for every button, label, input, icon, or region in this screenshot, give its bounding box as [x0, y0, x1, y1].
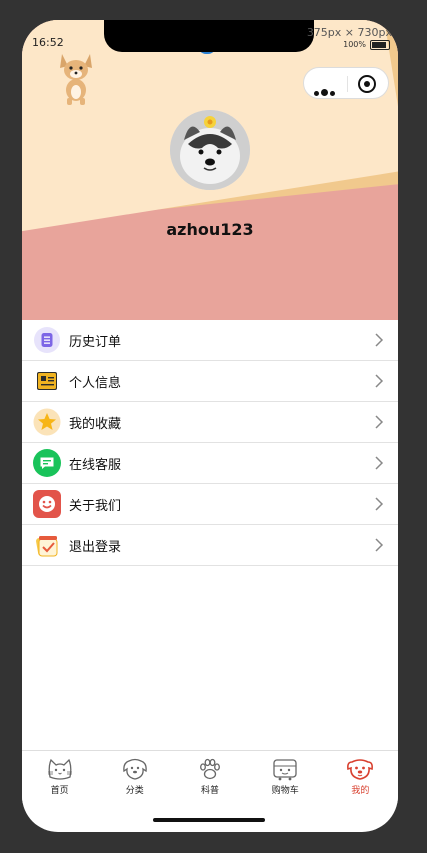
status-time: 16:52: [32, 36, 64, 49]
profile-banner: azhou123: [22, 20, 398, 320]
dog-face-icon: [347, 759, 374, 780]
chevron-right-icon: [375, 415, 384, 429]
viewport-size-label: 375px × 730px: [306, 26, 392, 39]
username: azhou123: [166, 220, 254, 239]
personal-info-icon: [37, 372, 57, 390]
cart-icon: [273, 759, 297, 781]
tab-home[interactable]: 首页: [22, 751, 97, 803]
order-history-icon: [34, 327, 60, 353]
phone-frame: azhou123 16:52 375px × 730px 100% 历史订单 个…: [22, 20, 398, 832]
smile-icon: [33, 490, 61, 518]
tab-cart[interactable]: 购物车: [248, 751, 323, 803]
chevron-right-icon: [375, 374, 384, 388]
tab-label: 分类: [125, 786, 144, 796]
tab-label: 首页: [50, 786, 69, 796]
menu-item-favorites[interactable]: 我的收藏: [22, 402, 398, 443]
miniprogram-capsule: [303, 67, 389, 99]
tab-science[interactable]: 科普: [172, 751, 247, 803]
battery-icon: [370, 40, 390, 50]
paw-icon: [200, 758, 220, 780]
menu-item-order-history[interactable]: 历史订单: [22, 320, 398, 361]
tab-label: 科普: [201, 786, 220, 796]
logout-icon: [36, 536, 58, 557]
bottom-tab-bar: 首页 分类 科普 购物车 我的: [22, 750, 398, 803]
device-notch: [104, 20, 314, 52]
menu-item-label: 个人信息: [69, 376, 122, 391]
close-miniprogram-icon[interactable]: [358, 75, 376, 93]
menu-item-logout[interactable]: 退出登录: [22, 525, 398, 566]
more-menu-icon[interactable]: [314, 81, 337, 100]
menu-item-customer-service[interactable]: 在线客服: [22, 443, 398, 484]
star-icon: [33, 408, 61, 436]
chat-icon: [33, 449, 61, 477]
menu-item-personal-info[interactable]: 个人信息: [22, 361, 398, 402]
home-indicator: [153, 818, 265, 822]
tab-label: 购物车: [271, 786, 299, 796]
dog-sticker-icon: [60, 54, 92, 105]
profile-menu: 历史订单 个人信息 我的收藏 在线客服 关于我们 退出登录: [22, 320, 398, 566]
menu-item-label: 关于我们: [69, 499, 122, 514]
dog-icon: [123, 758, 147, 780]
menu-item-about-us[interactable]: 关于我们: [22, 484, 398, 525]
menu-item-label: 历史订单: [69, 335, 122, 350]
tab-label: 我的: [351, 786, 370, 796]
menu-item-label: 在线客服: [69, 458, 122, 473]
cat-icon: [47, 758, 72, 780]
chevron-right-icon: [375, 333, 384, 347]
battery-percent: 100%: [343, 40, 366, 49]
avatar[interactable]: [170, 110, 250, 190]
tab-mine[interactable]: 我的: [323, 751, 398, 803]
chevron-right-icon: [375, 456, 384, 470]
husky-avatar-icon: [170, 110, 250, 190]
menu-item-label: 我的收藏: [69, 417, 122, 432]
menu-item-label: 退出登录: [69, 540, 122, 555]
chevron-right-icon: [375, 497, 384, 511]
tab-category[interactable]: 分类: [97, 751, 172, 803]
chevron-right-icon: [375, 538, 384, 552]
